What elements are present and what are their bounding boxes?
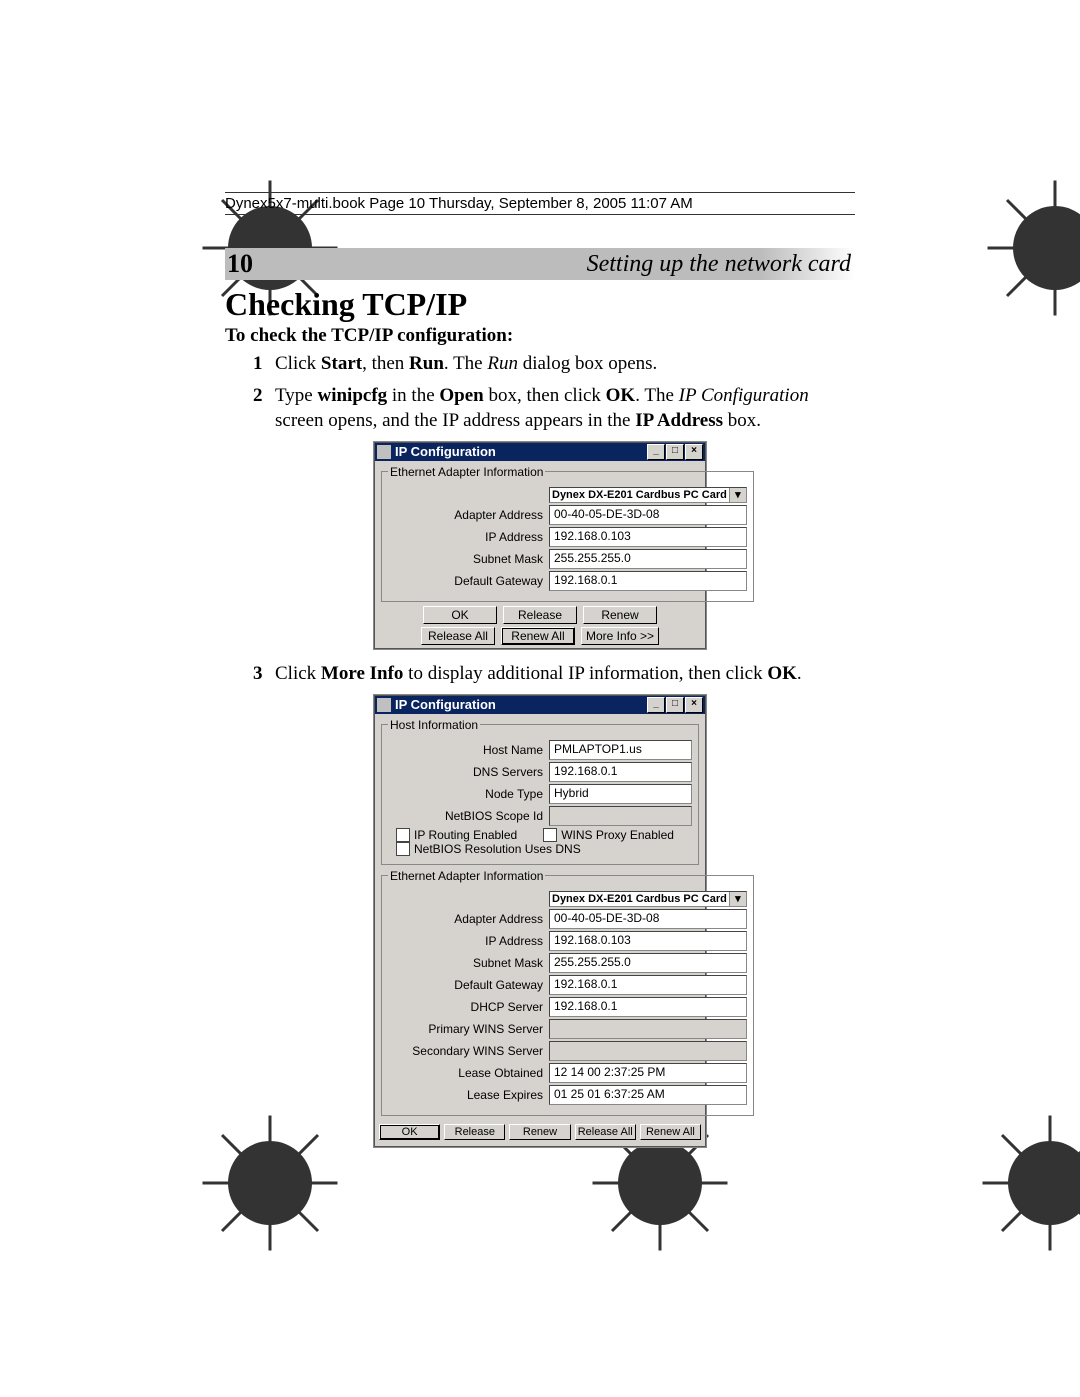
renew-all-button[interactable]: Renew All — [640, 1124, 701, 1140]
dialog-title: IP Configuration — [395, 444, 496, 459]
crop-mark-icon — [120, 173, 166, 219]
adapter-dropdown[interactable]: Dynex DX-E201 Cardbus PC Card▾ — [549, 487, 747, 503]
group-host: Host Information — [388, 718, 480, 732]
release-all-button[interactable]: Release All — [575, 1124, 636, 1140]
step-1: 1 Click Start, then Run. The Run dialog … — [253, 351, 855, 377]
app-icon — [377, 445, 391, 459]
release-all-button[interactable]: Release All — [421, 627, 495, 645]
adapter-dropdown[interactable]: Dynex DX-E201 Cardbus PC Card▾ — [549, 891, 747, 907]
wins-proxy-checkbox[interactable]: WINS Proxy Enabled — [543, 828, 674, 842]
page-subheading: To check the TCP/IP configuration: — [225, 325, 855, 347]
secondary-wins-value — [549, 1041, 747, 1061]
ok-button[interactable]: OK — [423, 606, 497, 624]
chevron-down-icon[interactable]: ▾ — [729, 488, 746, 502]
release-button[interactable]: Release — [444, 1124, 505, 1140]
netbios-scope-value — [549, 806, 692, 826]
host-name-value: PMLAPTOP1.us — [549, 740, 692, 760]
adapter-address-value: 00-40-05-DE-3D-08 — [549, 909, 747, 929]
page-number: 10 — [225, 249, 253, 279]
close-button[interactable]: × — [685, 444, 703, 460]
renew-all-button[interactable]: Renew All — [501, 627, 575, 645]
ok-button[interactable]: OK — [379, 1124, 440, 1140]
ip-configuration-dialog-expanded: IP Configuration _ □ × Host Information … — [374, 695, 706, 1147]
dhcp-server-value: 192.168.0.1 — [549, 997, 747, 1017]
renew-button[interactable]: Renew — [509, 1124, 570, 1140]
subnet-mask-value: 255.255.255.0 — [549, 953, 747, 973]
page-heading: Checking TCP/IP — [225, 286, 855, 323]
lease-expires-value: 01 25 01 6:37:25 AM — [549, 1085, 747, 1105]
renew-button[interactable]: Renew — [583, 606, 657, 624]
app-icon — [377, 698, 391, 712]
ip-configuration-dialog-basic: IP Configuration _ □ × Ethernet Adapter … — [374, 442, 706, 649]
ip-address-value: 192.168.0.103 — [549, 931, 747, 951]
ip-routing-checkbox[interactable]: IP Routing Enabled — [396, 828, 517, 842]
lease-obtained-value: 12 14 00 2:37:25 PM — [549, 1063, 747, 1083]
crop-mark-icon — [905, 173, 951, 219]
dialog-title: IP Configuration — [395, 697, 496, 712]
close-button[interactable]: × — [685, 697, 703, 713]
node-type-value: Hybrid — [549, 784, 692, 804]
maximize-button[interactable]: □ — [666, 697, 684, 713]
dns-servers-value: 192.168.0.1 — [549, 762, 692, 782]
step-2: 2 Type winipcfg in the Open box, then cl… — [253, 383, 855, 434]
maximize-button[interactable]: □ — [666, 444, 684, 460]
crop-mark-icon — [900, 1108, 946, 1154]
subnet-mask-value: 255.255.255.0 — [549, 549, 747, 569]
default-gateway-value: 192.168.0.1 — [549, 975, 747, 995]
ip-address-value: 192.168.0.103 — [549, 527, 747, 547]
section-title: Setting up the network card — [587, 251, 855, 278]
chevron-down-icon[interactable]: ▾ — [729, 892, 746, 906]
release-button[interactable]: Release — [503, 606, 577, 624]
crop-mark-icon — [120, 1108, 166, 1154]
minimize-button[interactable]: _ — [647, 697, 665, 713]
group-ethernet: Ethernet Adapter Information — [388, 869, 545, 883]
default-gateway-value: 192.168.0.1 — [549, 571, 747, 591]
minimize-button[interactable]: _ — [647, 444, 665, 460]
adapter-address-value: 00-40-05-DE-3D-08 — [549, 505, 747, 525]
book-header-line: Dynex5x7-multi.book Page 10 Thursday, Se… — [225, 192, 855, 215]
netbios-dns-checkbox[interactable]: NetBIOS Resolution Uses DNS — [396, 842, 581, 856]
primary-wins-value — [549, 1019, 747, 1039]
page-title-bar: 10 Setting up the network card — [225, 248, 855, 280]
more-info-button[interactable]: More Info >> — [581, 627, 659, 645]
step-3: 3 Click More Info to display additional … — [253, 661, 855, 687]
group-ethernet: Ethernet Adapter Information — [388, 465, 545, 479]
